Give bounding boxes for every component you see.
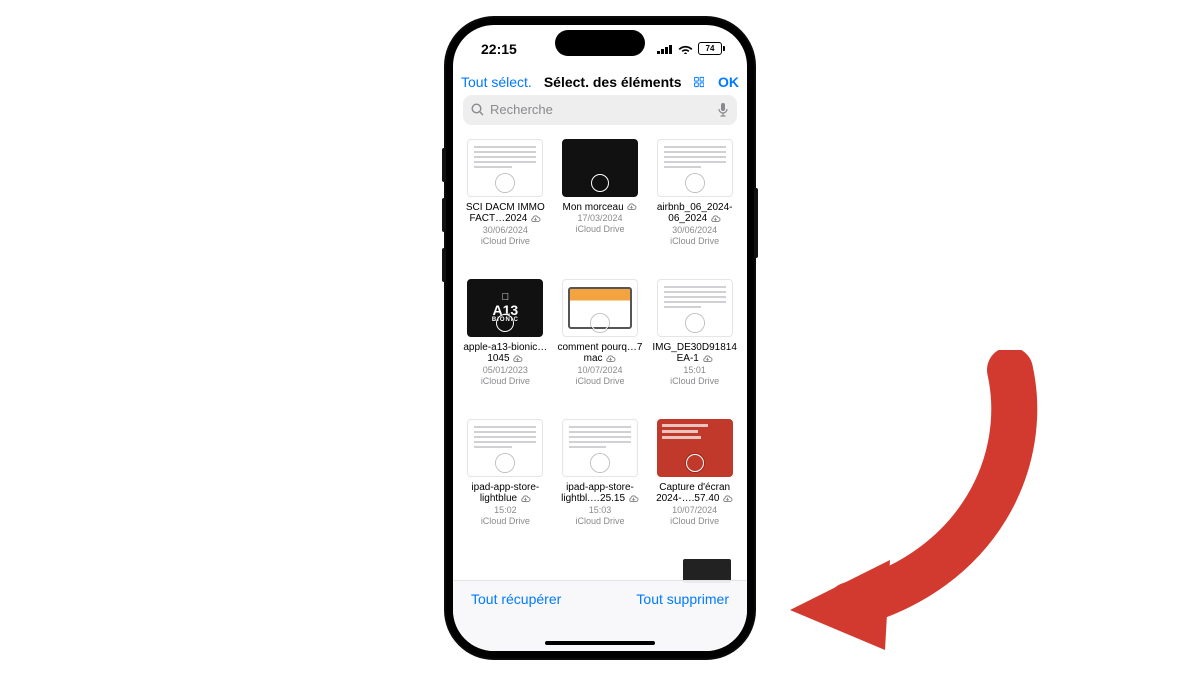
annotation-arrow — [780, 350, 1040, 650]
file-date: 17/03/2024 — [577, 213, 622, 224]
dynamic-island — [555, 30, 645, 56]
selection-circle-icon — [496, 454, 514, 472]
file-name: Mon morceau — [563, 202, 638, 214]
battery-indicator: 74 — [698, 42, 725, 55]
file-item[interactable]: A13BIONIC apple-a13-bionic…1045 05/01/20… — [461, 279, 550, 413]
file-item[interactable]: IMG_DE30D91814EA-1 15:01iCloud Drive — [650, 279, 739, 413]
file-date: 10/07/2024 — [672, 505, 717, 516]
file-item[interactable]: Capture d'écran 2024-….57.40 10/07/2024i… — [650, 419, 739, 553]
done-button[interactable]: OK — [718, 74, 739, 90]
file-item[interactable]: ipad-app-store-lightblue 15:02iCloud Dri… — [461, 419, 550, 553]
file-item[interactable]: SCI DACM IMMO FACT…2024 30/06/2024iCloud… — [461, 139, 550, 273]
file-date: 10/07/2024 — [577, 365, 622, 376]
file-item[interactable]: ipad-app-store-lightbl.…25.15 15:03iClou… — [556, 419, 645, 553]
file-thumbnail — [467, 419, 543, 477]
file-date: 15:03 — [589, 505, 612, 516]
bottom-toolbar: Tout récupérer Tout supprimer — [453, 580, 747, 651]
file-date: 15:02 — [494, 505, 517, 516]
file-location: iCloud Drive — [481, 236, 530, 247]
recover-all-button[interactable]: Tout récupérer — [471, 591, 561, 607]
file-date: 30/06/2024 — [672, 225, 717, 236]
search-placeholder: Recherche — [490, 102, 711, 117]
file-name: IMG_DE30D91814EA-1 — [652, 342, 738, 365]
file-date: 05/01/2023 — [483, 365, 528, 376]
screen: 22:15 74 Tout sélect. Sélect. des élémen… — [453, 25, 747, 651]
file-name: ipad-app-store-lightbl.…25.15 — [557, 482, 643, 505]
file-thumbnail — [467, 139, 543, 197]
file-thumbnail — [562, 139, 638, 197]
home-indicator — [545, 641, 655, 645]
dictation-icon[interactable] — [717, 102, 729, 118]
iphone-frame: 22:15 74 Tout sélect. Sélect. des élémen… — [446, 18, 754, 658]
file-name: Capture d'écran 2024-….57.40 — [652, 482, 738, 505]
delete-all-button[interactable]: Tout supprimer — [636, 591, 729, 607]
cellular-icon — [657, 44, 673, 54]
selection-circle-icon — [496, 314, 514, 332]
file-thumbnail — [657, 419, 733, 477]
selection-circle-icon — [686, 314, 704, 332]
view-grid-icon[interactable] — [694, 73, 704, 91]
search-field[interactable]: Recherche — [463, 95, 737, 125]
file-name: SCI DACM IMMO FACT…2024 — [462, 202, 548, 225]
file-location: iCloud Drive — [670, 516, 719, 527]
file-name: comment pourq…7 mac — [557, 342, 643, 365]
file-name: apple-a13-bionic…1045 — [462, 342, 548, 365]
file-date: 15:01 — [683, 365, 706, 376]
file-location: iCloud Drive — [670, 236, 719, 247]
file-item[interactable]: comment pourq…7 mac 10/07/2024iCloud Dri… — [556, 279, 645, 413]
file-name: airbnb_06_2024-06_2024 — [652, 202, 738, 225]
file-thumbnail — [562, 419, 638, 477]
wifi-icon — [678, 43, 693, 54]
selection-circle-icon — [496, 174, 514, 192]
file-name: ipad-app-store-lightblue — [462, 482, 548, 505]
select-all-button[interactable]: Tout sélect. — [461, 74, 532, 90]
page-title: Sélect. des éléments — [544, 74, 682, 90]
selection-circle-icon — [591, 454, 609, 472]
file-date: 30/06/2024 — [483, 225, 528, 236]
search-icon — [471, 103, 484, 116]
file-location: iCloud Drive — [481, 376, 530, 387]
file-item[interactable]: airbnb_06_2024-06_2024 30/06/2024iCloud … — [650, 139, 739, 273]
status-time: 22:15 — [481, 41, 517, 57]
selection-circle-icon — [686, 174, 704, 192]
file-thumbnail — [657, 139, 733, 197]
nav-bar: Tout sélect. Sélect. des éléments OK — [453, 73, 747, 95]
file-location: iCloud Drive — [575, 224, 624, 235]
file-location: iCloud Drive — [670, 376, 719, 387]
file-location: iCloud Drive — [481, 516, 530, 527]
selection-circle-icon — [591, 174, 609, 192]
file-thumbnail — [562, 279, 638, 337]
file-location: iCloud Drive — [575, 376, 624, 387]
selection-circle-icon — [686, 454, 704, 472]
file-thumbnail: A13BIONIC — [467, 279, 543, 337]
file-thumbnail — [657, 279, 733, 337]
selection-circle-icon — [591, 314, 609, 332]
file-location: iCloud Drive — [575, 516, 624, 527]
file-item[interactable]: Mon morceau 17/03/2024iCloud Drive — [556, 139, 645, 273]
files-grid: SCI DACM IMMO FACT…2024 30/06/2024iCloud… — [453, 133, 747, 609]
battery-level: 74 — [706, 44, 715, 53]
